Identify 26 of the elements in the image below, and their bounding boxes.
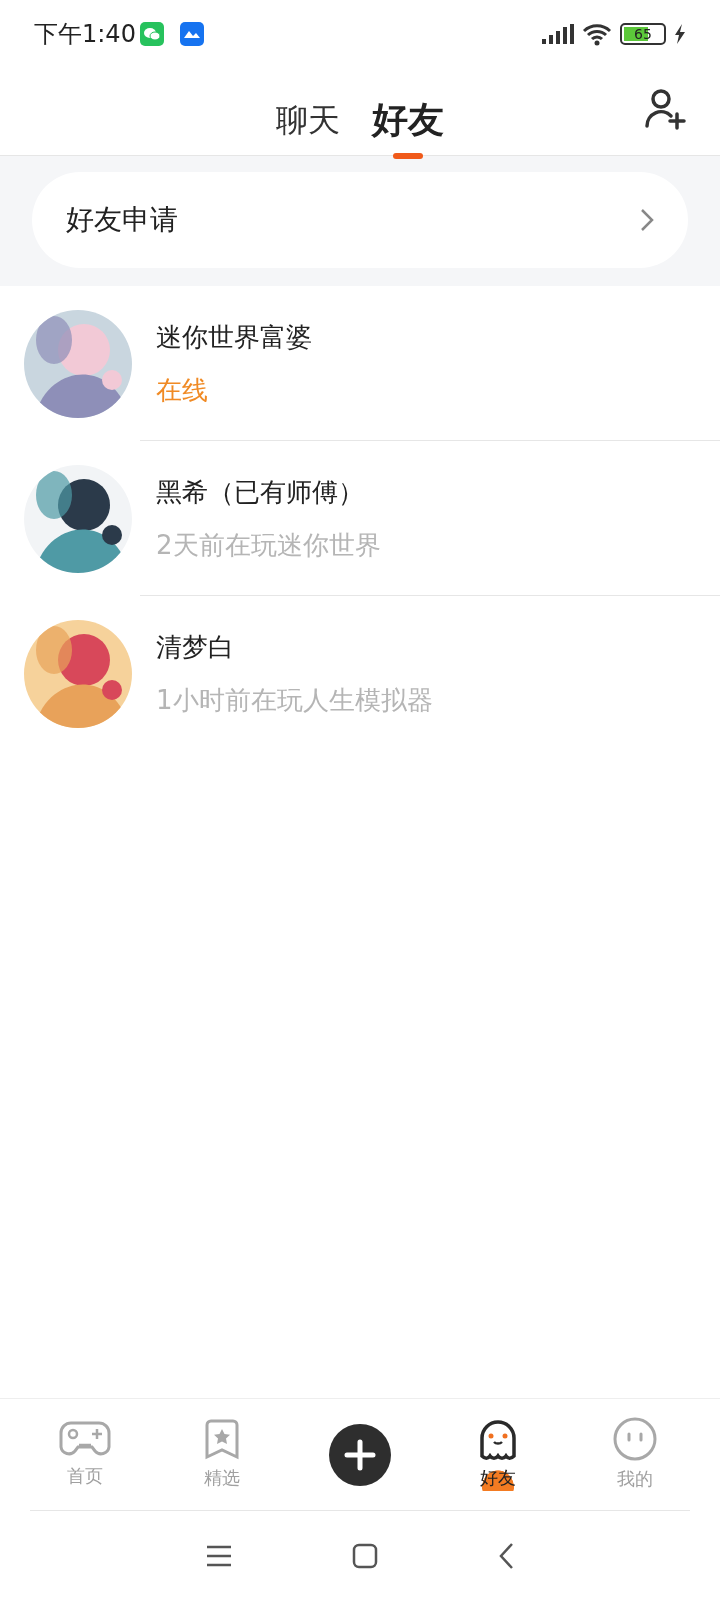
home-square-icon[interactable]: [352, 1542, 378, 1569]
bookmark-star-icon: [203, 1418, 242, 1460]
friend-name: 清梦白: [156, 630, 235, 664]
menu-icon[interactable]: [206, 1544, 232, 1567]
add-friend-icon[interactable]: [644, 88, 686, 130]
tab-underline: [393, 152, 423, 159]
friend-name: 黑希（已有师傅）: [156, 475, 365, 509]
signal-icon: [542, 24, 574, 44]
face-icon: [613, 1417, 658, 1461]
back-icon[interactable]: [498, 1541, 514, 1570]
ghost-icon: [477, 1418, 518, 1460]
friend-status: 在线: [156, 373, 209, 407]
charging-icon: [674, 24, 686, 44]
chevron-right-icon: [640, 208, 654, 232]
friend-status: 1小时前在玩人生模拟器: [156, 683, 433, 717]
friend-status: 2天前在玩迷你世界: [156, 528, 381, 562]
friend-request-item[interactable]: 好友申请: [32, 172, 688, 268]
plus-icon: [329, 1423, 391, 1486]
tab[interactable]: 好友: [356, 92, 460, 147]
wifi-icon: [582, 22, 612, 46]
friend-name: 迷你世界富婆: [156, 320, 312, 354]
status-time: 下午1:40: [34, 19, 136, 50]
tab[interactable]: 聊天: [260, 95, 356, 144]
gamepad-icon: [58, 1420, 111, 1458]
cloud-app-icon: [179, 22, 204, 46]
chat-app-icon: [139, 22, 164, 46]
